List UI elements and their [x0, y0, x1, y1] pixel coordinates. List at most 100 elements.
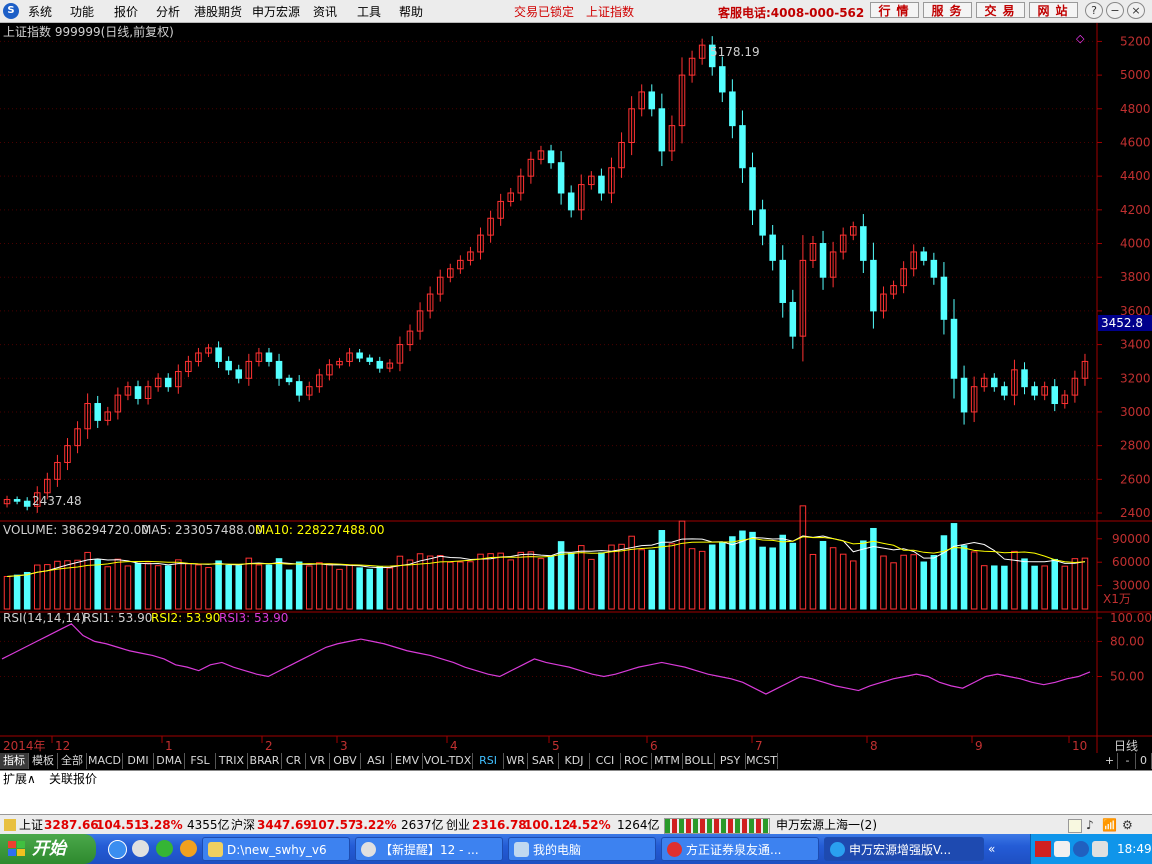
price-tick-label: 5200 [1120, 34, 1151, 48]
tab-kdj[interactable]: KDJ [559, 753, 590, 769]
tab-模板[interactable]: 模板 [29, 753, 58, 769]
start-button[interactable]: 开始 [0, 834, 96, 864]
candle-body [860, 226, 867, 261]
tab-cci[interactable]: CCI [590, 753, 621, 769]
clock[interactable]: 18:49 [1117, 834, 1152, 864]
tab-asi[interactable]: ASI [361, 753, 392, 769]
tab-trix[interactable]: TRIX [216, 753, 248, 769]
menu-analysis[interactable]: 分析 [156, 3, 180, 20]
market-icon[interactable] [4, 819, 16, 831]
menu-swhy[interactable]: 申万宏源 [252, 3, 300, 20]
tab-emv[interactable]: EMV [392, 753, 423, 769]
taskbar-button-swhy[interactable]: 申万宏源增强版V... [824, 837, 984, 861]
tab-cr[interactable]: CR [282, 753, 306, 769]
tab-rsi[interactable]: RSI [473, 753, 504, 769]
nav-service-button[interactable]: 服务 [923, 2, 972, 18]
tab-vr[interactable]: VR [306, 753, 330, 769]
volume-bar [245, 557, 253, 610]
close-icon[interactable]: × [1127, 2, 1145, 19]
tab-boll[interactable]: BOLL [683, 753, 715, 769]
taskbar-button-reminder[interactable]: 【新提醒】12 - ... [355, 837, 503, 861]
help-icon-status[interactable]: ⚙ [1122, 815, 1133, 835]
expand-button[interactable]: 扩展∧ [3, 771, 36, 787]
tab-mcst[interactable]: MCST [746, 753, 778, 769]
hs-label[interactable]: 沪深 [231, 815, 255, 835]
menu-info[interactable]: 资讯 [313, 3, 337, 20]
hs-amount: 2637亿 [401, 818, 444, 832]
volume-bar [215, 560, 222, 610]
tray-flag-icon[interactable] [1054, 841, 1070, 857]
tab-sar[interactable]: SAR [528, 753, 559, 769]
chart-area[interactable]: 5200 5000 4800 4600 4400 4200 4000 3800 3600 3400… [0, 23, 1152, 756]
tab-fsl[interactable]: FSL [185, 753, 216, 769]
menu-help[interactable]: 帮助 [399, 3, 423, 20]
menu-quote[interactable]: 报价 [114, 3, 138, 20]
sh-label[interactable]: 上证 [19, 815, 43, 835]
taskbar-button-folder[interactable]: D:\new_swhy_v6 [202, 837, 350, 861]
menu-hk-futures[interactable]: 港股期货 [194, 3, 242, 20]
help-icon[interactable]: ? [1085, 2, 1103, 19]
tab-dmi[interactable]: DMI [123, 753, 154, 769]
tab-mtm[interactable]: MTM [652, 753, 683, 769]
linked-quote-button[interactable]: 关联报价 [49, 771, 97, 787]
ie-icon[interactable] [108, 840, 127, 859]
hotline-label: 客服电话:4008-000-562 [718, 6, 865, 20]
tab-control-1[interactable]: - [1120, 753, 1136, 769]
nav-quote-button[interactable]: 行情 [870, 2, 919, 18]
server-label[interactable]: 申万宏源上海一(2) [776, 815, 877, 835]
taskbar-button-fangzheng[interactable]: 方正证券泉友通... [661, 837, 819, 861]
tab-control-2[interactable]: 0 [1136, 753, 1152, 769]
menu-system[interactable]: 系统 [28, 3, 52, 20]
x-axis-label: 9 [975, 739, 983, 753]
index-name-label: 上证指数 [586, 5, 635, 19]
app-logo-icon[interactable]: S [3, 3, 19, 19]
taskbar-button-my-computer[interactable]: 我的电脑 [508, 837, 656, 861]
speaker-icon[interactable]: ♪ [1086, 815, 1094, 835]
tab-指标[interactable]: 指标 [0, 753, 29, 769]
tab-wr[interactable]: WR [504, 753, 528, 769]
chart-svg[interactable]: 5200500048004600440042004000380036003400… [0, 23, 1152, 756]
price-tick-label: 2600 [1120, 472, 1151, 486]
nav-website-button[interactable]: 网站 [1029, 2, 1078, 18]
tab-brar[interactable]: BRAR [248, 753, 282, 769]
signal-icon[interactable]: 📶 [1102, 815, 1117, 835]
candle-body [1021, 369, 1028, 388]
rsi1-label: RSI1: 53.90 [83, 611, 152, 625]
chevron-left-icon[interactable]: « [988, 842, 995, 856]
rsi-tick-label: 100.00 [1110, 611, 1152, 625]
tab-全部[interactable]: 全部 [58, 753, 87, 769]
minimize-icon[interactable]: − [1106, 2, 1124, 19]
tab-dma[interactable]: DMA [154, 753, 185, 769]
tab-control-0[interactable]: + [1102, 753, 1118, 769]
tray-shield-icon[interactable] [1073, 841, 1089, 857]
menu-tools[interactable]: 工具 [357, 3, 381, 20]
tab-macd[interactable]: MACD [87, 753, 123, 769]
tray-volume-icon[interactable] [1092, 841, 1108, 857]
trade-locked-label[interactable]: 交易已锁定 [514, 3, 574, 20]
period-label[interactable]: 日线 [1114, 739, 1138, 753]
candle-body [819, 243, 827, 278]
tab-vol-tdx[interactable]: VOL-TDX [423, 753, 473, 769]
tray-app-icon[interactable] [1035, 841, 1051, 857]
media-icon[interactable] [132, 840, 149, 857]
volume-bar [950, 523, 958, 610]
app-quick-icon[interactable] [180, 840, 197, 857]
candle-body [23, 500, 31, 507]
cy-label[interactable]: 创业 [446, 815, 470, 835]
cy-percent: 4.52% [569, 818, 611, 832]
nav-trade-button[interactable]: 交易 [976, 2, 1025, 18]
tab-roc[interactable]: ROC [621, 753, 652, 769]
tab-psy[interactable]: PSY [715, 753, 746, 769]
browser-icon[interactable] [156, 840, 173, 857]
volume-bar [729, 536, 736, 610]
x-axis-label: 6 [650, 739, 658, 753]
volume-tick-label: 90000 [1112, 532, 1150, 546]
hs-percent: 3.22% [355, 818, 397, 832]
candle-body [275, 360, 283, 379]
menu-function[interactable]: 功能 [70, 3, 94, 20]
notepad-icon[interactable] [1068, 819, 1082, 833]
candle-body [598, 175, 605, 194]
diamond-icon[interactable]: ◇ [1076, 32, 1085, 45]
volume-bar [84, 551, 91, 610]
tab-obv[interactable]: OBV [330, 753, 361, 769]
